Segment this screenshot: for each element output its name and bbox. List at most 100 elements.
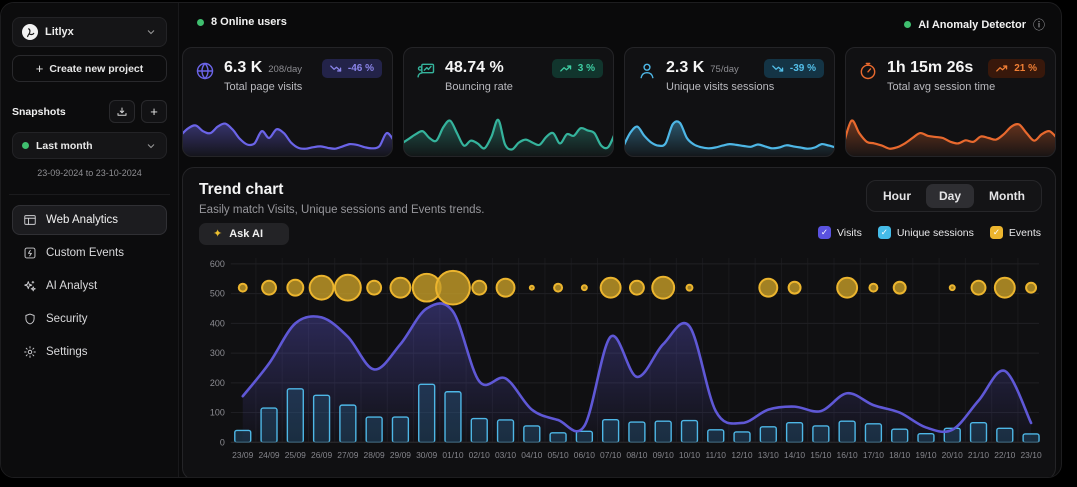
legend-item-events[interactable]: ✓ Events [990,226,1041,239]
svg-text:29/09: 29/09 [390,450,411,460]
trend-up-icon [560,64,573,73]
stat-per-day: 208/day [268,64,302,75]
legend-item-unique-sessions[interactable]: ✓ Unique sessions [878,226,974,239]
export-snapshot-button[interactable] [109,100,135,123]
checkbox-checked-icon[interactable]: ✓ [990,226,1003,239]
stat-card-bouncing-rate: 48.74 % Bouncing rate 3 % [403,47,614,157]
stat-card-session-time: 1h 15m 26s Total avg session time 21 % [845,47,1056,157]
stat-value: 2.3 K [666,59,704,77]
trend-up-icon [996,64,1009,73]
svg-text:30/09: 30/09 [416,450,437,460]
svg-text:10/10: 10/10 [679,450,700,460]
ai-anomaly-detector: AI Anomaly Detector ⓘ [904,16,1045,33]
create-project-label: Create new project [49,63,143,75]
svg-text:20/10: 20/10 [942,450,963,460]
svg-text:08/10: 08/10 [626,450,647,460]
divider [9,194,170,195]
timer-icon [858,61,878,81]
svg-text:26/09: 26/09 [311,450,332,460]
trend-down-icon [330,64,343,73]
online-status-dot [197,19,204,26]
sparkline-chart [182,110,393,157]
svg-text:03/10: 03/10 [495,450,516,460]
chevron-down-icon [145,26,157,38]
trend-badge: -39 % [764,59,824,78]
litlyx-logo-icon [22,24,38,40]
create-project-button[interactable]: + Create new project [12,55,167,82]
download-icon [116,106,128,118]
stat-per-day: 75/day [710,64,739,75]
snapshot-date-range: 23-09-2024 to 23-10-2024 [12,168,167,178]
sidebar-item-ai-analyst[interactable]: AI Analyst [12,271,167,301]
chart-legend: ✓ Visits ✓ Unique sessions ✓ Events [818,226,1041,239]
stat-title: Unique visits sessions [666,81,755,93]
stat-cards-row: 6.3 K 208/day Total page visits -46 % [182,47,1056,157]
svg-text:400: 400 [210,318,225,328]
svg-text:23/09: 23/09 [232,450,253,460]
sidebar: Litlyx + Create new project Snapshots + … [1,3,179,477]
anomaly-label: AI Anomaly Detector [918,19,1026,31]
main-content: 8 Online users AI Anomaly Detector ⓘ 6.3… [179,3,1061,477]
svg-text:22/10: 22/10 [994,450,1015,460]
bounce-icon [416,61,436,81]
stat-title: Bouncing rate [445,81,543,93]
trend-chart[interactable]: 23/0924/0925/0926/0927/0928/0929/0930/09… [191,252,1047,475]
svg-text:17/10: 17/10 [863,450,884,460]
svg-text:500: 500 [210,289,225,299]
sidebar-item-label: Security [46,313,88,325]
svg-text:21/10: 21/10 [968,450,989,460]
sparkles-icon [22,279,37,294]
stat-title: Total page visits [224,81,313,93]
svg-text:12/10: 12/10 [731,450,752,460]
trend-chart-panel: Trend chart Easily match Visits, Unique … [182,167,1056,478]
svg-text:09/10: 09/10 [653,450,674,460]
stat-title: Total avg session time [887,81,979,93]
panel-subtitle: Easily match Visits, Unique sessions and… [199,204,485,216]
period-month-button[interactable]: Month [976,184,1038,208]
svg-text:05/10: 05/10 [547,450,568,460]
snapshot-selected-label: Last month [36,140,138,152]
status-dot [22,142,29,149]
svg-text:27/09: 27/09 [337,450,358,460]
globe-icon [195,61,215,81]
period-day-button[interactable]: Day [926,184,974,208]
svg-text:24/09: 24/09 [258,450,279,460]
add-snapshot-button[interactable]: + [141,100,167,123]
plus-icon: + [150,105,158,118]
checkbox-checked-icon[interactable]: ✓ [878,226,891,239]
sidebar-item-web-analytics[interactable]: Web Analytics [12,205,167,235]
stat-value: 48.74 % [445,59,504,77]
svg-text:13/10: 13/10 [758,450,779,460]
online-users-label: 8 Online users [211,16,287,28]
shield-icon [22,312,37,327]
sparkline-chart [845,110,1056,157]
trend-badge: 21 % [988,59,1045,78]
person-icon [637,61,657,81]
sidebar-item-label: AI Analyst [46,280,97,292]
period-hour-button[interactable]: Hour [870,184,924,208]
anomaly-status-dot [904,21,911,28]
trend-badge: -46 % [322,59,382,78]
legend-item-visits[interactable]: ✓ Visits [818,226,862,239]
ask-ai-button[interactable]: ✦ Ask AI [199,223,289,245]
sidebar-item-settings[interactable]: Settings [12,337,167,367]
plus-icon: + [36,62,44,75]
svg-text:04/10: 04/10 [521,450,542,460]
checkbox-checked-icon[interactable]: ✓ [818,226,831,239]
sidebar-item-label: Custom Events [46,247,124,259]
sidebar-item-security[interactable]: Security [12,304,167,334]
app-window: Litlyx + Create new project Snapshots + … [0,2,1062,478]
svg-text:0: 0 [220,437,225,447]
sidebar-item-custom-events[interactable]: Custom Events [12,238,167,268]
svg-text:15/10: 15/10 [810,450,831,460]
stat-value: 1h 15m 26s [887,59,973,77]
project-selector[interactable]: Litlyx [12,17,167,47]
info-icon[interactable]: ⓘ [1033,16,1045,33]
svg-text:07/10: 07/10 [600,450,621,460]
snapshot-selector[interactable]: Last month [12,132,167,159]
svg-text:23/10: 23/10 [1020,450,1041,460]
topbar: 8 Online users AI Anomaly Detector ⓘ [179,3,1061,43]
stat-card-page-visits: 6.3 K 208/day Total page visits -46 % [182,47,393,157]
svg-text:28/09: 28/09 [364,450,385,460]
lightning-icon [22,246,37,261]
